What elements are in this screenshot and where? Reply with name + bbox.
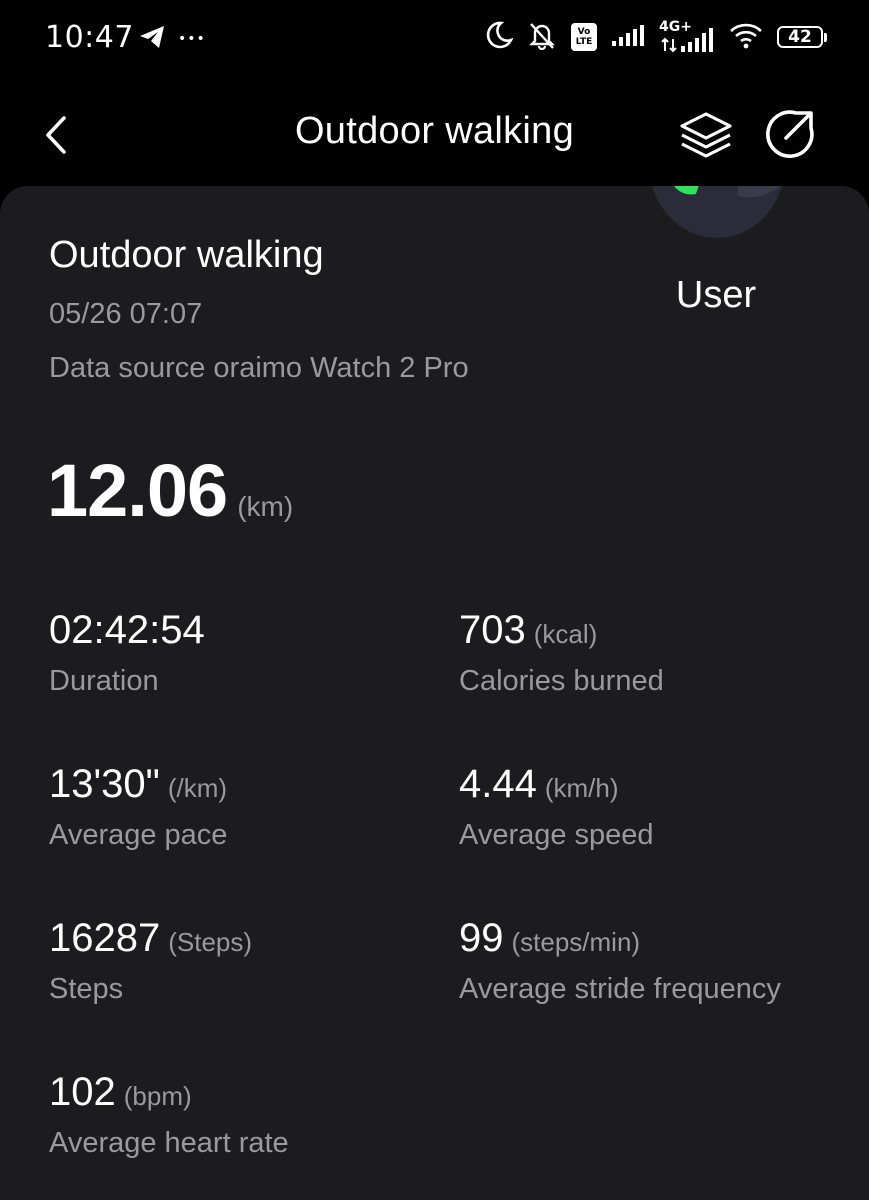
battery-icon: 42 [777,26,827,48]
telegram-icon [138,24,166,54]
heart-rate-label: Average heart rate [49,1127,289,1159]
stride-frequency-value: 99 [459,916,504,960]
workout-title: Outdoor walking [49,234,324,276]
stride-frequency-unit: (steps/min) [511,927,641,957]
calories-unit: (kcal) [533,619,598,649]
avatar[interactable] [648,186,786,240]
bell-off-icon [527,20,557,54]
stat-steps: 16287 (Steps) Steps [49,916,449,1006]
wifi-icon [729,21,763,53]
avatar-image [652,186,782,238]
stat-speed: 4.44 (km/h) Average speed [459,762,859,852]
signal-icon [611,23,645,51]
moon-icon [485,20,514,54]
distance-value: 12.06 [47,449,228,532]
stride-frequency-label: Average stride frequency [459,973,781,1005]
pace-label: Average pace [49,819,228,851]
screen: 10:47 ••• Vo LTE 4G+ 42 Outdoor walking … [0,0,869,1200]
layers-icon [680,112,732,158]
heart-rate-value: 102 [49,1070,116,1114]
layers-button[interactable] [676,108,736,164]
stat-duration: 02:42:54 Duration [49,608,449,698]
pace-value: 13'30" [49,762,160,806]
battery-level: 42 [777,26,823,48]
status-left-icons: ••• [138,24,206,54]
stat-stride-frequency: 99 (steps/min) Average stride frequency [459,916,859,1006]
more-notifications-icon: ••• [178,31,206,47]
share-icon [766,110,814,158]
network-4g-indicator: 4G+ [659,19,715,53]
steps-label: Steps [49,973,124,1005]
speed-unit: (km/h) [544,773,619,803]
speed-value: 4.44 [459,762,537,806]
calories-label: Calories burned [459,665,664,697]
workout-card: User Outdoor walking 05/26 07:07 Data so… [0,186,869,1200]
status-right-icons: Vo LTE 4G+ 42 [485,19,827,54]
stat-calories: 703 (kcal) Calories burned [459,608,859,698]
app-header: Outdoor walking [0,80,869,192]
duration-value: 02:42:54 [49,608,205,652]
duration-label: Duration [49,665,159,697]
workout-date: 05/26 07:07 [49,298,203,330]
status-bar: 10:47 ••• Vo LTE 4G+ 42 [0,0,869,80]
steps-value: 16287 [49,916,161,960]
speed-label: Average speed [459,819,654,851]
volte-bottom-label: LTE [575,37,593,47]
user-name: User [675,274,757,316]
volte-badge: Vo LTE [571,23,597,51]
status-time: 10:47 [45,20,134,55]
battery-tip [824,32,827,42]
stat-pace: 13'30" (/km) Average pace [49,762,449,852]
share-button[interactable] [762,106,818,162]
pace-unit: (/km) [167,773,228,803]
distance-unit: (km) [237,491,294,522]
page-title: Outdoor walking [294,110,575,152]
calories-value: 703 [459,608,526,652]
volte-top-label: Vo [577,27,591,37]
steps-unit: (Steps) [168,927,253,957]
data-source: Data source oraimo Watch 2 Pro [49,352,469,384]
distance: 12.06 (km) [47,448,293,533]
stat-heart-rate: 102 (bpm) Average heart rate [49,1070,449,1160]
heart-rate-unit: (bpm) [123,1081,192,1111]
